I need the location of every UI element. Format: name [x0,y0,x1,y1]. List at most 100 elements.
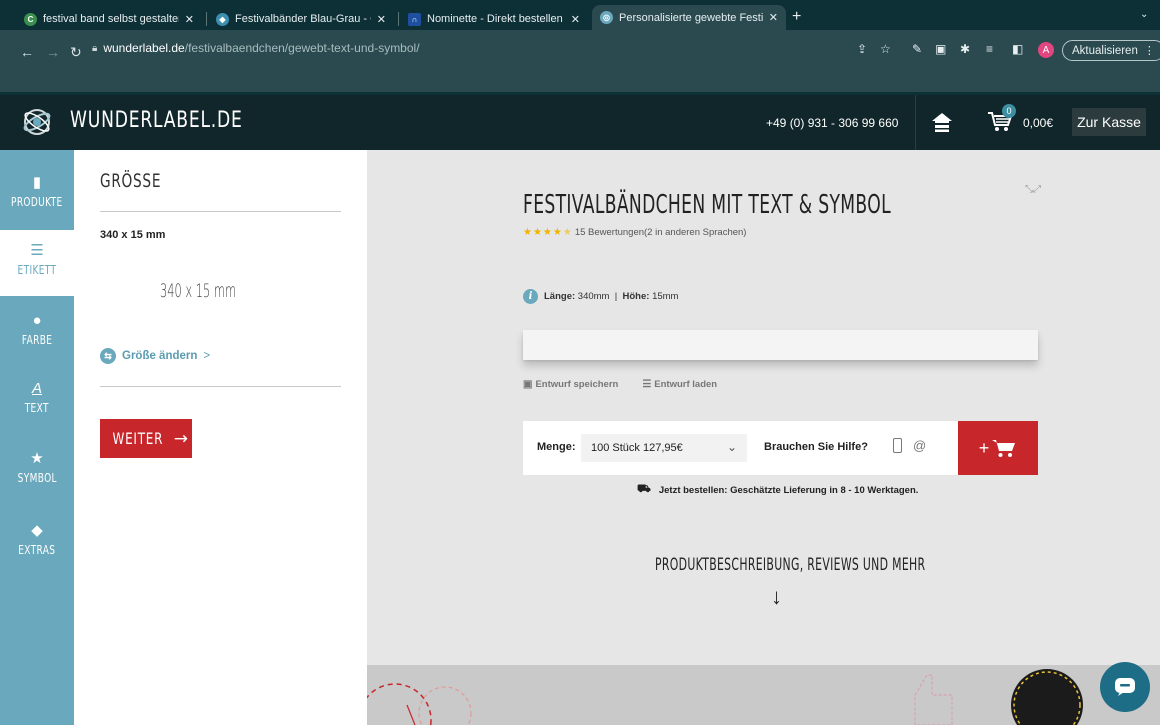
configurator-sidebar: ▮ PRODUKTE ☰ ETIKETT ● FARBE A TEXT ★ SY… [0,150,74,725]
reload-icon[interactable]: ↻ [70,44,82,61]
logo-globe-icon[interactable] [22,107,52,137]
tab-favicon-icon: ∩ [408,12,421,26]
header-divider [915,95,916,150]
save-draft-link[interactable]: ▣ Entwurf speichern [523,379,630,390]
site-header: WUNDERLABEL.DE +49 (0) 931 - 306 99 660 … [0,95,1160,150]
tab-title: Nominette - Direkt bestellen - [427,13,565,25]
cart-total[interactable]: 0,00€ [1023,116,1053,130]
rating-stars-icon: ★★★★★ [523,227,573,238]
sliders-icon: ☰ [30,242,44,259]
add-to-cart-button[interactable]: + [958,421,1038,475]
more-info-heading[interactable]: PRODUKTBESCHREIBUNG, REVIEWS UND MEHR [655,555,925,575]
band-preview[interactable] [523,330,1038,360]
bookmark-icon: ▮ [32,174,42,191]
sidebar-item-etikett[interactable]: ☰ ETIKETT [0,230,74,296]
next-button-label: WEITER [112,429,164,448]
sidebar-item-label: TEXT [24,400,50,415]
quantity-select[interactable]: 100 Stück 127,95€ ⌄ [581,434,747,462]
home-icon[interactable] [930,110,954,134]
close-icon[interactable]: ✕ [571,13,580,26]
tab-separator [398,12,399,26]
plus-label: + [978,437,990,458]
bookmark-star-icon[interactable]: ☆ [880,42,891,56]
tag-icon: ◆ [31,522,43,539]
browser-tab-4-active[interactable]: ◎ Personalisierte gewebte Festiv ✕ [592,5,786,30]
extensions-puzzle-icon[interactable]: ✱ [960,42,970,56]
update-button[interactable]: Aktualisieren ⋮ [1062,40,1160,61]
change-size-label: Größe ändern [122,350,198,362]
cart-count-badge: 0 [1002,104,1016,118]
decorative-illustration-strip [367,665,1160,725]
load-draft-link[interactable]: ☰ Entwurf laden [642,379,729,390]
close-icon[interactable]: ✕ [185,13,194,26]
product-rating[interactable]: ★★★★★ 15 Bewertungen(2 in anderen Sprach… [523,227,746,238]
side-panel-icon[interactable]: ◧ [1012,42,1023,56]
sidebar-item-label: ETIKETT [17,262,57,277]
review-count: 15 Bewertungen(2 in anderen Sprachen) [574,227,747,238]
info-icon[interactable]: i [523,289,538,304]
quantity-value: 100 Stück 127,95€ [591,442,683,454]
phone-number[interactable]: +49 (0) 931 - 306 99 660 [766,116,898,130]
sidebar-item-label: EXTRAS [18,542,56,557]
logo-text[interactable]: WUNDERLABEL.DE [70,108,243,133]
height-value: 15mm [652,291,679,302]
reading-list-icon[interactable]: ≡ [986,42,993,56]
mobile-phone-icon[interactable] [893,438,902,453]
browser-tab-bar: C festival band selbst gestalten - ✕ ◆ F… [0,0,1160,30]
tab-favicon-icon: ◎ [600,11,613,24]
url-host: wunderlabel.de [103,41,185,55]
close-icon[interactable]: ✕ [769,11,778,24]
delivery-estimate: ⛟ Jetzt bestellen: Geschätzte Lieferung … [637,483,918,497]
height-label: Höhe: [622,291,650,302]
truck-icon: ⛟ [637,483,651,495]
decorative-illustration [367,669,1083,725]
chat-button[interactable] [1100,662,1150,712]
extension-pin-icon[interactable]: ✎ [912,42,922,56]
browser-tab-3[interactable]: ∩ Nominette - Direkt bestellen - ✕ [400,8,588,30]
address-bar[interactable]: 🔒︎ wunderlabel.de/festivalbaendchen/gewe… [92,41,420,55]
delivery-text: Jetzt bestellen: Geschätzte Lieferung in… [658,484,919,496]
sidebar-item-extras[interactable]: ◆ EXTRAS [0,522,74,557]
tab-title: Personalisierte gewebte Festiv [619,11,763,24]
tab-title: Festivalbänder Blau-Grau - Gü [235,13,371,25]
extension-square-icon[interactable]: ▣ [935,42,946,56]
sidebar-item-produkte[interactable]: ▮ PRODUKTE [0,174,74,209]
arrow-down-icon[interactable]: ↓ [771,584,782,610]
back-icon[interactable]: ← [20,44,34,60]
sidebar-item-farbe[interactable]: ● FARBE [0,312,74,347]
order-bar: Menge: 100 Stück 127,95€ ⌄ Brauchen Sie … [523,421,1038,475]
fullscreen-expand-icon[interactable]: ⤡⤢ [1025,184,1041,195]
arrow-right-icon: → [173,428,188,449]
help-label: Brauchen Sie Hilfe? [764,441,868,453]
browser-tab-1[interactable]: C festival band selbst gestalten - ✕ [16,8,202,30]
divider [100,386,341,387]
tab-title: festival band selbst gestalten - [43,13,179,25]
close-icon[interactable]: ✕ [377,13,386,26]
sidebar-item-label: PRODUKTE [11,194,63,209]
forward-icon[interactable]: → [46,44,60,60]
chevron-right-icon: > [203,350,211,362]
profile-avatar[interactable]: A [1038,42,1054,58]
share-icon[interactable]: ⇪ [857,42,867,56]
tab-list-chevron-icon[interactable]: ⌄ [1140,9,1148,20]
tab-separator [206,12,207,26]
floppy-disk-icon: ▣ [523,379,533,390]
list-icon: ☰ [642,379,652,390]
more-menu-icon: ⋮ [1143,45,1155,57]
lock-icon: 🔒︎ [92,42,98,54]
tab-favicon-icon: C [24,12,37,26]
next-button[interactable]: WEITER → [100,419,192,458]
change-size-link[interactable]: ⇆ Größe ändern > [100,348,210,364]
browser-tab-2[interactable]: ◆ Festivalbänder Blau-Grau - Gü ✕ [208,8,394,30]
length-label: Länge: [544,291,576,302]
sidebar-item-symbol[interactable]: ★ SYMBOL [0,450,74,485]
new-tab-button[interactable]: + [792,8,801,26]
divider [100,211,341,212]
checkout-button[interactable]: Zur Kasse [1072,108,1146,136]
tab-favicon-icon: ◆ [216,12,229,26]
sidebar-item-label: FARBE [21,332,53,347]
length-value: 340mm [577,291,610,302]
sidebar-item-text[interactable]: A TEXT [0,380,74,415]
url-path: /festivalbaendchen/gewebt-text-und-symbo… [184,41,420,55]
email-at-icon[interactable]: @ [913,438,926,453]
